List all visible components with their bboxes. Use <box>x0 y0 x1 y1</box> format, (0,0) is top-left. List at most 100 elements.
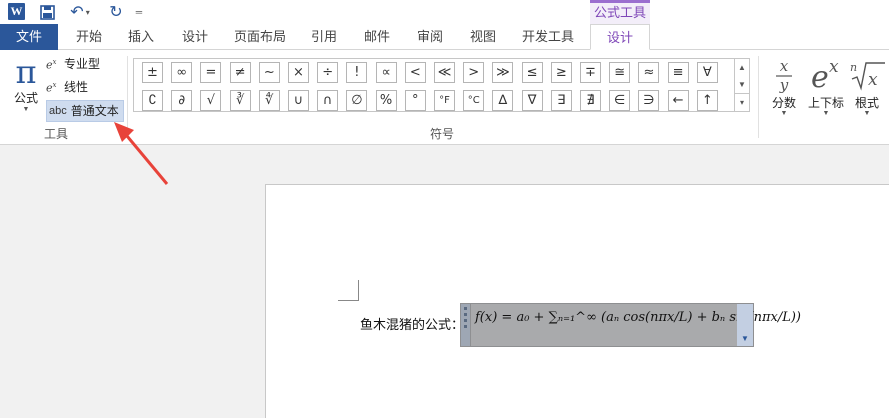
tab-references[interactable]: 引用 <box>307 24 341 49</box>
normal-text-label: 普通文本 <box>70 104 119 118</box>
symbol-button[interactable]: < <box>404 62 426 83</box>
symbol-button[interactable]: ∈ <box>609 90 631 111</box>
save-icon[interactable] <box>37 2 57 22</box>
script-label: 上下标 <box>807 96 844 110</box>
symbol-button[interactable]: ≤ <box>521 62 543 83</box>
group-divider <box>758 56 759 138</box>
equation-options-button[interactable]: ▼ <box>737 304 753 346</box>
tab-view[interactable]: 视图 <box>466 24 500 49</box>
fraction-label: 分数 <box>771 96 796 110</box>
symbol-gallery: ± ∞ = ≠ ~ × ÷! ∝ < ≪ > ≫ ≤ ≥ ∓ ≅ ≈ ≡ ∀ ∁ ∂ √ ∛ ∜ ∪ ∩ ∅% ° °F °C ∆ ∇ ∃ ∄ ∈ ∋… <box>133 58 735 112</box>
document-page[interactable] <box>265 184 889 418</box>
tab-equation-design[interactable]: 设计 <box>590 24 650 50</box>
tab-file[interactable]: 文件 <box>0 24 58 50</box>
ribbon-tabs: 文件 开始 插入 设计 页面布局 引用 邮件 审阅 视图 开发工具 设计 <box>0 24 889 50</box>
linear-format-icon: ex <box>46 81 57 95</box>
symbol-button[interactable]: > <box>463 62 485 83</box>
symbol-button[interactable]: ! <box>346 62 368 83</box>
symbol-button[interactable]: ∅ <box>346 90 368 111</box>
chevron-down-icon: ▼ <box>822 110 830 117</box>
gallery-down-icon[interactable]: ▼ <box>735 76 749 93</box>
script-button[interactable]: ex 上下标 ▼ <box>804 54 848 118</box>
symbol-button[interactable]: = <box>200 62 222 83</box>
radical-button[interactable]: nx 根式 ▼ <box>845 54 889 118</box>
symbol-button[interactable]: ∩ <box>317 90 339 111</box>
chevron-down-icon: ▼ <box>741 334 749 343</box>
symbol-button[interactable]: √ <box>200 90 222 111</box>
symbol-button[interactable]: × <box>288 62 309 83</box>
professional-label: 专业型 <box>64 57 101 71</box>
redo-icon[interactable]: ↻ <box>106 2 126 22</box>
professional-button[interactable]: ex 专业型 <box>46 54 100 74</box>
equation-object[interactable]: f(x) = a₀ + ∑ₙ₌₁^∞ (aₙ cos(nπx/L) + bₙ s… <box>460 303 801 347</box>
symbol-button[interactable]: ∜ <box>258 90 280 111</box>
customize-qat-icon[interactable]: ═ <box>133 2 145 22</box>
normal-text-button[interactable]: abc 普通文本 <box>46 100 124 122</box>
symbol-button[interactable]: ∀ <box>696 62 718 83</box>
symbol-button[interactable]: ≡ <box>667 62 689 83</box>
equation-button[interactable]: π 公式 ▼ <box>8 54 44 120</box>
undo-icon[interactable]: ↶ ▾ <box>66 2 94 22</box>
script-icon: ex <box>804 54 848 96</box>
symbol-button[interactable]: ≪ <box>434 62 455 83</box>
tab-developer[interactable]: 开发工具 <box>518 24 578 49</box>
linear-button[interactable]: ex 线性 <box>46 77 88 97</box>
crop-mark <box>338 280 359 301</box>
symbol-button[interactable]: ∝ <box>375 62 397 83</box>
symbol-button[interactable]: ~ <box>258 62 280 83</box>
symbol-button[interactable]: ∇ <box>521 90 543 111</box>
symbol-button[interactable]: ° <box>404 90 426 111</box>
word-logo-icon: W <box>8 3 25 20</box>
symbol-button[interactable]: ≅ <box>609 62 631 83</box>
fraction-icon: xy <box>762 54 806 96</box>
symbol-button[interactable]: ∓ <box>580 62 601 83</box>
symbol-button[interactable]: ∞ <box>171 62 193 83</box>
linear-label: 线性 <box>64 80 89 94</box>
symbol-button[interactable]: ∪ <box>288 90 309 111</box>
symbol-button[interactable]: ∄ <box>580 90 601 111</box>
body-text[interactable]: 鱼木混猪的公式： <box>360 314 464 333</box>
tools-group-label: 工具 <box>44 127 69 141</box>
tab-review[interactable]: 审阅 <box>413 24 447 49</box>
symbol-button[interactable]: °C <box>463 90 485 111</box>
symbol-button[interactable]: ∋ <box>638 90 660 111</box>
equation-move-handle[interactable] <box>461 304 471 346</box>
radical-label: 根式 <box>854 96 879 110</box>
symbol-button[interactable]: ÷ <box>317 62 339 83</box>
symbol-button[interactable]: ≫ <box>492 62 514 83</box>
fraction-button[interactable]: xy 分数 ▼ <box>762 54 806 118</box>
tab-home[interactable]: 开始 <box>72 24 106 49</box>
chevron-down-icon: ▼ <box>863 110 871 117</box>
tab-insert[interactable]: 插入 <box>124 24 158 49</box>
gallery-scroll: ▲ ▼ ▾ <box>735 58 750 112</box>
symbol-button[interactable]: ∂ <box>171 90 193 111</box>
symbol-button[interactable]: % <box>375 90 397 111</box>
symbol-button[interactable]: ∃ <box>550 90 572 111</box>
svg-text:n: n <box>850 61 857 74</box>
abc-icon: abc <box>49 105 67 117</box>
symbol-button[interactable]: ≠ <box>229 62 251 83</box>
tab-mailings[interactable]: 邮件 <box>360 24 394 49</box>
symbol-button[interactable]: ≥ <box>550 62 572 83</box>
symbol-button[interactable]: ← <box>667 90 689 111</box>
symbol-button[interactable]: ∁ <box>142 90 163 111</box>
symbol-button[interactable]: ↑ <box>696 90 718 111</box>
symbol-button[interactable]: ∆ <box>492 90 514 111</box>
symbol-button[interactable]: ∛ <box>229 90 251 111</box>
tab-design[interactable]: 设计 <box>178 24 212 49</box>
svg-text:e: e <box>811 60 829 93</box>
svg-text:x: x <box>868 70 878 90</box>
symbol-button[interactable]: ≈ <box>638 62 660 83</box>
gallery-more-icon[interactable]: ▾ <box>735 93 749 111</box>
symbol-button[interactable]: °F <box>434 90 455 111</box>
pi-icon: π <box>15 53 37 91</box>
annotation-arrow-icon <box>114 122 169 185</box>
context-group-label: 公式工具 <box>590 0 650 24</box>
svg-text:x: x <box>829 57 839 77</box>
chevron-down-icon: ▼ <box>780 110 788 117</box>
tab-page-layout[interactable]: 页面布局 <box>232 24 288 49</box>
chevron-down-icon: ▼ <box>22 106 30 113</box>
symbol-button[interactable]: ± <box>142 62 163 83</box>
gallery-up-icon[interactable]: ▲ <box>735 59 749 76</box>
equation-label: 公式 <box>13 91 38 105</box>
